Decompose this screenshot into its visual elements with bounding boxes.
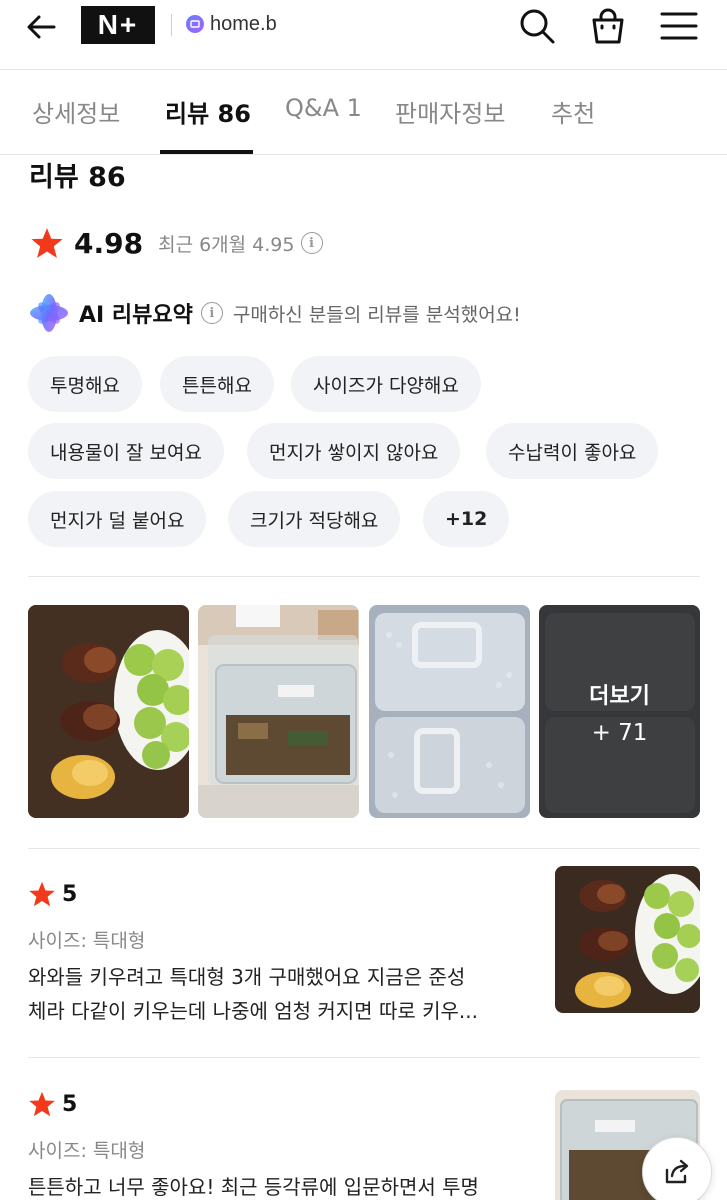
rating-summary: 4.98 최근 6개월 4.95 i	[30, 225, 323, 261]
keyword-chip[interactable]: 먼지가 쌓이지 않아요	[247, 423, 461, 479]
section-divider	[28, 576, 700, 577]
review-score: 5	[62, 1091, 78, 1117]
keyword-chip[interactable]: 수납력이 좋아요	[486, 423, 659, 479]
keyword-chip[interactable]: 튼튼해요	[160, 356, 274, 412]
ai-sparkle-icon	[30, 294, 68, 332]
store-icon	[186, 15, 204, 33]
header-separator	[171, 14, 172, 36]
info-icon[interactable]: i	[200, 302, 223, 324]
more-photos-count: + 71	[591, 719, 648, 746]
review-text: 튼튼하고 너무 좋아요! 최근 등각류에 입문하면서 투명	[28, 1170, 528, 1200]
store-name: home.b	[210, 12, 277, 35]
info-icon[interactable]: i	[300, 232, 323, 254]
star-icon	[31, 228, 63, 258]
hamburger-menu-icon[interactable]	[659, 6, 699, 46]
review-text-line: 와와들 키우려고 특대형 3개 구매했어요 지금은 준성	[28, 965, 466, 989]
review-text-line: 튼튼하고 너무 좋아요! 최근 등각류에 입문하면서 투명	[28, 1175, 479, 1199]
tab-qna[interactable]: Q&A 1	[285, 94, 362, 122]
review-rating: 5	[28, 1090, 77, 1118]
tab-bar: 상세정보 리뷰 86 Q&A 1 판매자정보 추천	[0, 70, 727, 155]
search-icon[interactable]	[517, 6, 557, 46]
review-score: 5	[62, 881, 78, 907]
review-text: 와와들 키우려고 특대형 3개 구매했어요 지금은 준성 체라 다같이 키우는데…	[28, 960, 528, 1028]
tab-reviews[interactable]: 리뷰 86	[165, 94, 251, 129]
more-keywords-chip[interactable]: +12	[423, 491, 510, 547]
keyword-chip[interactable]: 먼지가 덜 붙어요	[28, 491, 207, 547]
average-rating: 4.98	[74, 226, 144, 260]
tab-detail[interactable]: 상세정보	[32, 94, 120, 129]
tab-recommend[interactable]: 추천	[551, 94, 595, 129]
recent-rating: 최근 6개월 4.95	[158, 233, 295, 256]
share-icon	[665, 1159, 689, 1184]
review-rating: 5	[28, 880, 77, 908]
review-photo[interactable]	[28, 605, 189, 818]
ai-review-summary: AI 리뷰요약 i 구매하신 분들의 리뷰를 분석했어요!	[28, 292, 521, 334]
back-arrow-icon[interactable]	[24, 8, 62, 46]
active-tab-indicator	[160, 150, 253, 154]
tab-seller-info[interactable]: 판매자정보	[395, 94, 505, 129]
keyword-chip[interactable]: 내용물이 잘 보여요	[28, 423, 224, 479]
shopping-bag-icon[interactable]	[588, 6, 628, 46]
review-divider	[28, 1057, 700, 1058]
section-divider	[28, 848, 700, 849]
more-photos-label: 더보기	[589, 683, 650, 709]
review-photo[interactable]	[369, 605, 530, 818]
more-photos-overlay: 더보기 + 71	[539, 605, 700, 818]
ai-summary-title: AI 리뷰요약	[79, 303, 193, 328]
top-header: N+ home.b	[0, 0, 727, 70]
star-icon	[29, 1091, 55, 1117]
ai-summary-description: 구매하신 분들의 리뷰를 분석했어요!	[232, 303, 521, 326]
reviews-section-title: 리뷰 86	[29, 162, 126, 193]
naver-plus-logo[interactable]: N+	[81, 6, 155, 44]
review-option: 사이즈: 특대형	[28, 1140, 146, 1162]
keyword-chip[interactable]: 투명해요	[28, 356, 142, 412]
review-thumbnail[interactable]	[555, 866, 700, 1013]
review-option: 사이즈: 특대형	[28, 930, 146, 952]
star-icon	[29, 881, 55, 907]
keyword-chip[interactable]: 사이즈가 다양해요	[291, 356, 481, 412]
share-button[interactable]	[642, 1137, 712, 1200]
more-photos-button[interactable]: 더보기 + 71	[539, 605, 700, 818]
review-text-line: 체라 다같이 키우는데 나중에 엄청 커지면 따로 키우...	[28, 999, 478, 1023]
review-photo[interactable]	[198, 605, 359, 818]
keyword-chip[interactable]: 크기가 적당해요	[228, 491, 401, 547]
store-link[interactable]: home.b	[186, 10, 277, 38]
